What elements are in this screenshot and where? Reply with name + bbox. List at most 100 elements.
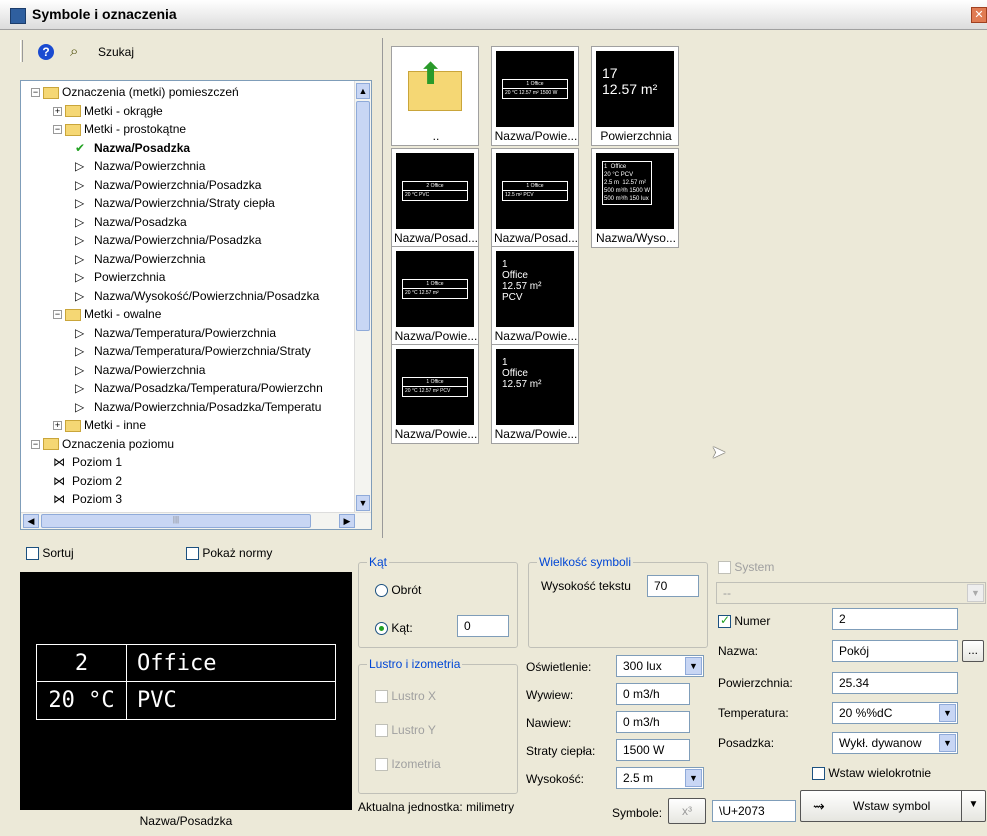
- tree-item[interactable]: ▷ Nazwa/Temperatura/Powierzchnia: [75, 324, 276, 342]
- multi-insert-checkbox[interactable]: [812, 767, 825, 781]
- tree-item[interactable]: ▷ Nazwa/Wysokość/Powierzchnia/Posadzka: [75, 287, 319, 305]
- scroll-thumb[interactable]: [356, 101, 370, 331]
- chevron-down-icon[interactable]: ▼: [939, 734, 956, 752]
- mirror-y-checkbox[interactable]: [375, 724, 388, 738]
- isometry-option[interactable]: Izometria: [375, 757, 441, 772]
- multi-insert-option[interactable]: Wstaw wielokrotnie: [812, 766, 931, 781]
- help-icon[interactable]: ?: [38, 44, 54, 60]
- exhaust-input[interactable]: 0 m3/h: [616, 683, 690, 705]
- number-checkbox[interactable]: [718, 613, 731, 629]
- tree-item[interactable]: ⋈ Poziom 1: [53, 453, 122, 471]
- tree-item[interactable]: ▷ Nazwa/Temperatura/Powierzchnia/Straty: [75, 342, 311, 360]
- gallery-item[interactable]: 17 12.57 m² Powierzchnia: [591, 46, 679, 146]
- tree-horizontal-scrollbar[interactable]: ◀ ||| ▶: [21, 512, 371, 529]
- tree-item[interactable]: − Metki - prostokątne: [53, 120, 186, 138]
- collapse-icon[interactable]: −: [31, 439, 40, 449]
- gallery-item[interactable]: 1 Office 20 °C 12.57 m² Nazwa/Powie...: [391, 246, 479, 346]
- tree-item[interactable]: ⋈ Poziom 3: [53, 490, 122, 508]
- tree-item[interactable]: ▷ Powierzchnia: [75, 268, 165, 286]
- tree-item[interactable]: ▷ Nazwa/Posadzka: [75, 213, 187, 231]
- collapse-icon[interactable]: −: [53, 125, 62, 135]
- system-checkbox[interactable]: [718, 561, 731, 575]
- expand-icon[interactable]: +: [53, 106, 62, 116]
- name-input[interactable]: Pokój: [832, 640, 958, 662]
- tree-item[interactable]: ▷ Nazwa/Powierzchnia/Straty ciepła: [75, 194, 275, 212]
- gallery-item[interactable]: 1 Office 20 °C PCV 2.5 m 12.57 m² 500 m³…: [591, 148, 679, 248]
- hscroll-thumb[interactable]: |||: [41, 514, 311, 528]
- chevron-down-icon[interactable]: ▼: [939, 704, 956, 722]
- system-option[interactable]: System: [718, 560, 774, 575]
- tree-item[interactable]: ▷ Nazwa/Powierzchnia: [75, 157, 205, 175]
- mini-row: 1 Office: [503, 80, 567, 89]
- tree-item[interactable]: ▷ Nazwa/Powierzchnia: [75, 361, 205, 379]
- scroll-left-icon[interactable]: ◀: [23, 514, 39, 528]
- isometry-checkbox[interactable]: [375, 758, 388, 772]
- binoculars-icon[interactable]: ⌕: [70, 43, 78, 60]
- tree-item[interactable]: + Metki - okrągłe: [53, 102, 163, 120]
- mirror-x-option[interactable]: Lustro X: [375, 689, 436, 704]
- tree-item[interactable]: ✔ Nazwa/Posadzka: [75, 139, 190, 157]
- supply-input[interactable]: 0 m3/h: [616, 711, 690, 733]
- tree-item[interactable]: + Metki - inne: [53, 416, 146, 434]
- rotation-option[interactable]: Obrót: [375, 583, 421, 598]
- rotation-radio[interactable]: [375, 584, 388, 598]
- gallery-item[interactable]: 1 Office 12.5 m² PCV Nazwa/Posad...: [491, 148, 579, 248]
- tree-vertical-scrollbar[interactable]: ▲ ▼: [354, 81, 371, 513]
- search-button[interactable]: Szukaj: [98, 45, 134, 59]
- scroll-down-icon[interactable]: ▼: [356, 495, 370, 511]
- angle-input[interactable]: 0: [457, 615, 509, 637]
- close-icon[interactable]: ✕: [971, 7, 987, 23]
- gallery-item[interactable]: 2 Office 20 °C PVC Nazwa/Posad...: [391, 148, 479, 248]
- gallery-item-caption: ..: [432, 129, 440, 143]
- tree-item[interactable]: ▷ Nazwa/Posadzka/Temperatura/Powierzchn: [75, 379, 323, 397]
- height-select[interactable]: 2.5 m ▼: [616, 767, 704, 789]
- browse-button[interactable]: ...: [962, 640, 984, 662]
- floor-select[interactable]: Wykł. dywanow ▼: [832, 732, 958, 754]
- sort-option[interactable]: Sortuj: [26, 546, 74, 561]
- insert-symbol-button[interactable]: ⇝ Wstaw symbol ▼: [800, 790, 986, 822]
- lighting-select[interactable]: 300 lux ▼: [616, 655, 704, 677]
- gallery-item[interactable]: 1 Office 20 °C 12.57 m² PCV Nazwa/Powie...: [391, 344, 479, 444]
- show-norms-checkbox[interactable]: [186, 547, 199, 561]
- symbol-code-input[interactable]: \U+2073: [712, 800, 796, 822]
- number-input[interactable]: 2: [832, 608, 958, 630]
- scroll-up-icon[interactable]: ▲: [356, 83, 370, 99]
- gallery-item[interactable]: 1 Office 12.57 m² Nazwa/Powie...: [491, 344, 579, 444]
- tree-item[interactable]: ▷ Nazwa/Powierzchnia/Posadzka/Temperatu: [75, 398, 321, 416]
- scroll-right-icon[interactable]: ▶: [339, 514, 355, 528]
- gallery-item[interactable]: 1 Office 20 °C 12.57 m² 1500 W Nazwa/Powie…: [491, 46, 579, 146]
- sort-checkbox[interactable]: [26, 547, 39, 561]
- heatloss-input[interactable]: 1500 W: [616, 739, 690, 761]
- tree-item[interactable]: ▷ Nazwa/Powierzchnia: [75, 250, 205, 268]
- chevron-down-icon[interactable]: ▼: [961, 791, 985, 821]
- tree-item[interactable]: ⋈ Poziom 2: [53, 472, 122, 490]
- tree-item[interactable]: ▷ Nazwa/Powierzchnia/Posadzka: [75, 231, 261, 249]
- temperature-select[interactable]: 20 %%dC ▼: [832, 702, 958, 724]
- tree-item[interactable]: − Metki - owalne: [53, 305, 161, 323]
- collapse-icon[interactable]: −: [31, 88, 40, 98]
- show-norms-option[interactable]: Pokaż normy: [186, 546, 272, 561]
- tree-item[interactable]: − Oznaczenia poziomu: [31, 435, 174, 453]
- chevron-down-icon[interactable]: ▼: [685, 769, 702, 787]
- mirror-y-option[interactable]: Lustro Y: [375, 723, 436, 738]
- tree-item[interactable]: ▷ Nazwa/Powierzchnia/Posadzka: [75, 176, 261, 194]
- gallery-item[interactable]: 1 Office 12.57 m² PCV Nazwa/Powie...: [491, 246, 579, 346]
- angle-option[interactable]: Kąt:: [375, 621, 413, 636]
- text-height-input[interactable]: 70: [647, 575, 699, 597]
- mini-row: 20 °C 12.57 m² PCV: [405, 388, 451, 394]
- chevron-down-icon[interactable]: ▼: [685, 657, 702, 675]
- collapse-icon[interactable]: −: [53, 310, 62, 320]
- superscript-symbol-button[interactable]: x³: [668, 798, 706, 824]
- symbol-tree[interactable]: − Oznaczenia (metki) pomieszczeń + Metki - …: [20, 80, 372, 530]
- gallery-item[interactable]: ⬆..: [391, 46, 479, 146]
- expand-icon[interactable]: +: [53, 421, 62, 431]
- angle-radio[interactable]: [375, 622, 388, 636]
- mirror-x-checkbox[interactable]: [375, 690, 388, 704]
- chevron-down-icon[interactable]: ▼: [967, 584, 984, 602]
- gallery-item-caption: Nazwa/Posad...: [493, 231, 579, 245]
- system-select[interactable]: -- ▼: [716, 582, 986, 604]
- tree-item[interactable]: − Oznaczenia (metki) pomieszczeń: [31, 83, 239, 101]
- mini-row: 20 °C 12.57 m²: [405, 290, 439, 296]
- number-option[interactable]: Numer: [718, 613, 770, 629]
- area-input[interactable]: 25.34: [832, 672, 958, 694]
